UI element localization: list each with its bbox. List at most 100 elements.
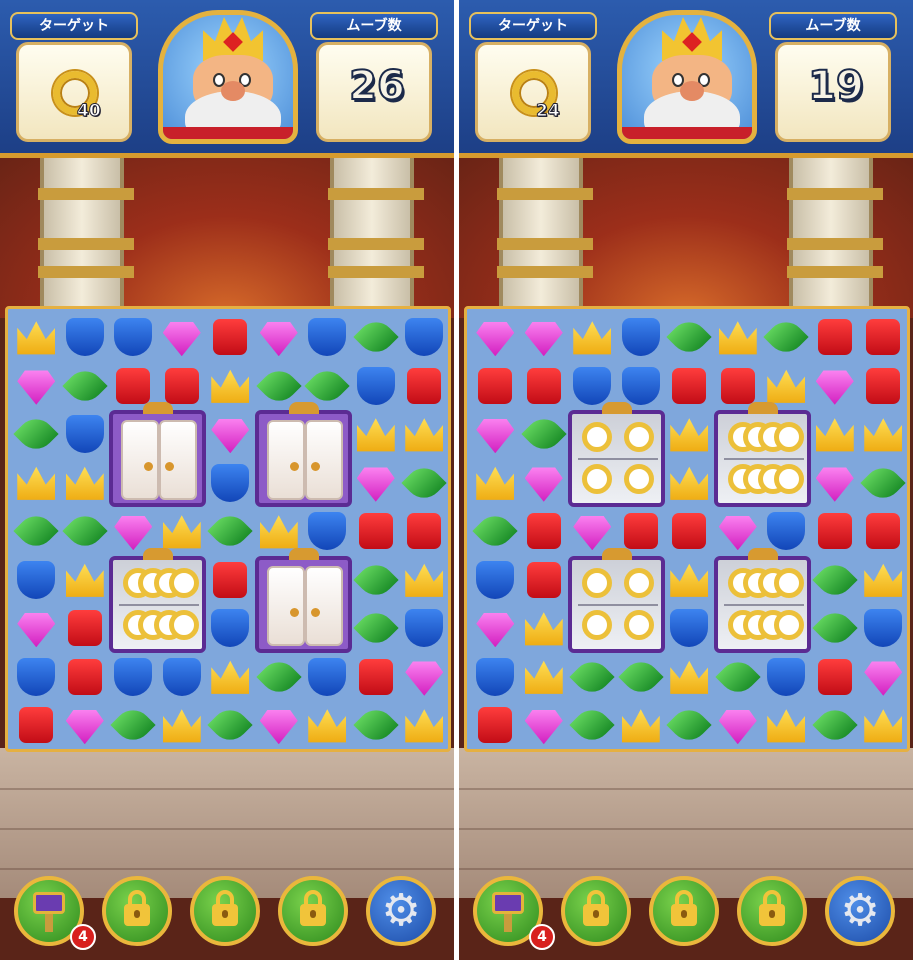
board-cell[interactable] xyxy=(61,362,110,411)
board-cell[interactable] xyxy=(471,701,520,750)
board-cell[interactable] xyxy=(255,653,304,702)
board-cell[interactable] xyxy=(665,507,714,556)
board-cell[interactable] xyxy=(520,459,569,508)
board-cell[interactable] xyxy=(352,556,401,605)
board-cell[interactable] xyxy=(12,556,61,605)
board-cell[interactable] xyxy=(352,410,401,459)
board-cell[interactable] xyxy=(61,556,110,605)
board-cell[interactable] xyxy=(12,459,61,508)
board-cell[interactable] xyxy=(811,653,860,702)
board-cell[interactable] xyxy=(568,701,617,750)
board-cell[interactable] xyxy=(400,653,449,702)
board-cell[interactable] xyxy=(206,556,255,605)
board-cell[interactable] xyxy=(520,313,569,362)
board-cell[interactable] xyxy=(471,556,520,605)
locked-booster-button[interactable] xyxy=(649,876,719,946)
board-cell[interactable] xyxy=(61,313,110,362)
board-cell[interactable] xyxy=(206,604,255,653)
board-cell[interactable] xyxy=(811,556,860,605)
board-cell[interactable] xyxy=(400,507,449,556)
board-cell[interactable] xyxy=(471,362,520,411)
board-cell[interactable] xyxy=(811,459,860,508)
board-cell[interactable] xyxy=(617,701,666,750)
board-cell[interactable] xyxy=(520,507,569,556)
board-cell[interactable] xyxy=(859,701,908,750)
board-cell[interactable] xyxy=(665,701,714,750)
board-cell[interactable] xyxy=(12,362,61,411)
board-cell[interactable] xyxy=(400,362,449,411)
board-cell[interactable] xyxy=(400,701,449,750)
board-cell[interactable] xyxy=(61,701,110,750)
board-cell[interactable] xyxy=(12,653,61,702)
locked-booster-button[interactable] xyxy=(737,876,807,946)
board-cell[interactable] xyxy=(400,459,449,508)
board-cell[interactable] xyxy=(714,701,763,750)
locked-booster-button[interactable] xyxy=(561,876,631,946)
board-cell[interactable] xyxy=(471,313,520,362)
board-cell[interactable] xyxy=(206,653,255,702)
board-cell[interactable] xyxy=(520,556,569,605)
board-cell[interactable] xyxy=(206,701,255,750)
board-cell[interactable] xyxy=(400,313,449,362)
locked-booster-button[interactable] xyxy=(102,876,172,946)
board-cell[interactable] xyxy=(520,604,569,653)
board-cell[interactable] xyxy=(400,556,449,605)
board-cell[interactable] xyxy=(61,507,110,556)
board-cell[interactable] xyxy=(12,410,61,459)
board-cell[interactable] xyxy=(714,313,763,362)
board-cell[interactable] xyxy=(762,653,811,702)
board-cell[interactable] xyxy=(12,701,61,750)
locked-booster-button[interactable] xyxy=(278,876,348,946)
board-cell[interactable] xyxy=(352,507,401,556)
board-cell[interactable] xyxy=(109,313,158,362)
board-cell[interactable] xyxy=(303,313,352,362)
board-cell[interactable] xyxy=(352,362,401,411)
board-cell[interactable] xyxy=(400,604,449,653)
board-cell[interactable] xyxy=(471,604,520,653)
board-cell[interactable] xyxy=(352,313,401,362)
board-cell[interactable] xyxy=(665,459,714,508)
board-cell[interactable] xyxy=(12,604,61,653)
board-cell[interactable] xyxy=(811,604,860,653)
settings-button[interactable]: ⚙ xyxy=(366,876,436,946)
board-cell[interactable] xyxy=(471,507,520,556)
locked-booster-button[interactable] xyxy=(190,876,260,946)
board-cell[interactable] xyxy=(352,701,401,750)
board-cell[interactable] xyxy=(665,556,714,605)
board-cell[interactable] xyxy=(303,653,352,702)
board-cell[interactable] xyxy=(206,362,255,411)
board-cell[interactable] xyxy=(617,653,666,702)
board-cell[interactable] xyxy=(762,313,811,362)
board-cell[interactable] xyxy=(158,653,207,702)
board-cell[interactable] xyxy=(352,604,401,653)
board-cell[interactable] xyxy=(762,701,811,750)
board-cell[interactable] xyxy=(61,653,110,702)
board-cell[interactable] xyxy=(206,507,255,556)
board-cell[interactable] xyxy=(520,701,569,750)
board-cell[interactable] xyxy=(665,313,714,362)
board-cell[interactable] xyxy=(811,313,860,362)
board-cell[interactable] xyxy=(520,410,569,459)
board-cell[interactable] xyxy=(811,362,860,411)
board-cell[interactable] xyxy=(255,313,304,362)
board-cell[interactable] xyxy=(859,556,908,605)
board-cell[interactable] xyxy=(12,507,61,556)
board-cell[interactable] xyxy=(206,313,255,362)
board-cell[interactable] xyxy=(61,604,110,653)
board-cell[interactable] xyxy=(61,459,110,508)
board-cell[interactable] xyxy=(859,604,908,653)
board-cell[interactable] xyxy=(12,313,61,362)
board-cell[interactable] xyxy=(859,507,908,556)
board-cell[interactable] xyxy=(665,604,714,653)
board-cell[interactable] xyxy=(568,313,617,362)
board-cell[interactable] xyxy=(255,701,304,750)
board-cell[interactable] xyxy=(665,410,714,459)
board-cell[interactable] xyxy=(109,701,158,750)
board-cell[interactable] xyxy=(714,653,763,702)
board-cell[interactable] xyxy=(665,362,714,411)
board-cell[interactable] xyxy=(158,701,207,750)
board-cell[interactable] xyxy=(471,410,520,459)
board-cell[interactable] xyxy=(859,362,908,411)
board-cell[interactable] xyxy=(206,410,255,459)
board-cell[interactable] xyxy=(617,313,666,362)
